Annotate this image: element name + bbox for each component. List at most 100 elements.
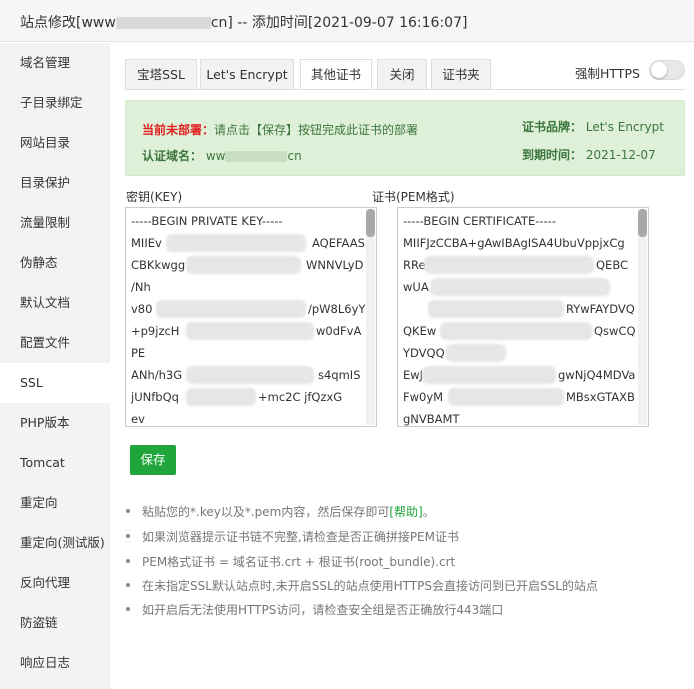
sidebar-item-php-version[interactable]: PHP版本 [0,403,110,443]
key-line: ev [131,412,145,426]
tip-item: 如开启后无法使用HTTPS访问，请检查安全组是否正确放行443端口 [126,601,503,618]
redacted-region [446,344,506,362]
window-title: 站点修改[www cn] -- 添加时间[2021-09-07 16:16:07] [20,12,467,32]
redacted-region [448,388,564,406]
key-line: /Nh [131,280,151,294]
cert-line-fragment: gwNjQ4MDVa [558,368,636,382]
cert-textarea[interactable]: -----BEGIN CERTIFICATE----- MIIFJzCCBA+g… [397,207,649,427]
key-line: v80 [131,302,153,316]
tab-other-cert[interactable]: 其他证书 [300,59,372,90]
sidebar-item-default-doc[interactable]: 默认文档 [0,283,110,323]
domain-suffix: cn [287,149,302,163]
sidebar-item-traffic-limit[interactable]: 流量限制 [0,203,110,243]
domain-label: 认证域名： [142,149,203,163]
cert-domain: 认证域名： ww cn [142,147,302,164]
key-line-fragment: /pW8L6yY [308,302,366,316]
cert-scrollbar[interactable] [638,209,647,425]
key-line: +p9jzcH [131,324,180,338]
key-line: jUNfbQq [131,390,179,404]
save-button[interactable]: 保存 [130,445,176,475]
redacted-region [166,234,306,252]
cert-label: 证书(PEM格式) [372,190,455,204]
key-line: CBKkwgg [131,258,186,272]
sidebar-item-redirect-beta[interactable]: 重定向(测试版) [0,523,110,563]
force-https-label: 强制HTTPS [575,66,640,81]
deploy-status: 当前未部署：请点击【保存】按钮完成此证书的部署 [142,121,418,138]
redacted-region [186,366,314,384]
redacted-region [186,322,314,340]
cert-line: EwJ [403,368,424,382]
tip-item: 如果浏览器提示证书链不完整,请检查是否正确拼接PEM证书 [126,528,459,545]
cert-line: wUA [403,280,429,294]
sidebar-item-domain[interactable]: 域名管理 [0,43,110,83]
sidebar-item-site-dir[interactable]: 网站目录 [0,123,110,163]
cert-line: YDVQQ [403,346,445,360]
title-suffix: cn] -- 添加时间[2021-09-07 16:16:07] [210,15,468,31]
sidebar-item-response-log[interactable]: 响应日志 [0,643,110,683]
sidebar-item-ssl[interactable]: SSL [0,363,110,403]
tab-bt-ssl[interactable]: 宝塔SSL [125,59,197,90]
sidebar-item-redirect[interactable]: 重定向 [0,483,110,523]
cert-line: QKEw [403,324,437,338]
force-https-toggle[interactable] [649,60,685,80]
tip-item: 在未指定SSL默认站点时,未开启SSL的站点使用HTTPS会直接访问到已开启SS… [126,577,598,594]
cert-line-fragment: RYwFAYDVQ [566,302,635,316]
status-label: 当前未部署： [142,123,215,137]
sidebar-item-hotlink[interactable]: 防盗链 [0,603,110,643]
title-prefix: 站点修改[www [20,15,116,31]
sidebar-item-subdir[interactable]: 子目录绑定 [0,83,110,123]
redacted-region [186,388,256,406]
sidebar-item-tomcat[interactable]: Tomcat [0,443,110,483]
tab-cert-folder[interactable]: 证书夹 [431,59,491,90]
status-text: 请点击【保存】按钮完成此证书的部署 [214,123,419,137]
brand-label: 证书品牌： [522,120,583,134]
key-line: PE [131,346,146,360]
key-line: ANh/h3G [131,368,183,382]
key-label: 密钥(KEY) [126,190,183,204]
title-bar: 站点修改[www cn] -- 添加时间[2021-09-07 16:16:07] [0,0,694,42]
key-line-fragment: WNNVLyD [306,258,364,272]
tip-item: 粘贴您的*.key以及*.pem内容，然后保存即可[帮助]。 [126,503,435,520]
redacted-region [440,322,592,340]
redacted-region [424,256,594,274]
key-line-fragment: AQEFAAS [312,236,365,250]
redacted-region [430,278,610,296]
cert-line-fragment: QswCQ [594,324,636,338]
key-textarea[interactable]: -----BEGIN PRIVATE KEY----- MIIEv CBKkwg… [125,207,377,427]
key-line-fragment: +mc2C jfQzxG [258,390,343,404]
brand-value: Let's Encrypt [585,120,664,134]
redacted-domain [115,17,211,29]
key-line: -----BEGIN PRIVATE KEY----- [131,214,283,228]
cert-line: -----BEGIN CERTIFICATE----- [403,214,556,228]
sidebar: 域名管理 子目录绑定 网站目录 目录保护 流量限制 伪静态 默认文档 配置文件 … [0,43,110,689]
redacted-region [156,300,306,318]
key-line-fragment: w0dFvA [316,324,362,338]
cert-line-fragment: MBsxGTAXB [566,390,635,404]
redacted-region [422,366,556,384]
cert-line: MIIFJzCCBA+gAwIBAgISA4UbuVppjxCg [403,236,625,250]
tip-tail: 。 [422,505,435,519]
sidebar-item-reverse-proxy[interactable]: 反向代理 [0,563,110,603]
cert-brand: 证书品牌： Let's Encrypt [522,118,664,135]
cert-line: gNVBAMT [403,412,460,426]
redacted-region [428,300,564,318]
tip-item: PEM格式证书 = 域名证书.crt + 根证书(root_bundle).cr… [126,553,455,570]
key-scroll-thumb[interactable] [366,209,375,237]
cert-expiry: 到期时间： 2021-12-07 [522,146,656,163]
cert-scroll-thumb[interactable] [638,209,647,237]
sidebar-item-config-file[interactable]: 配置文件 [0,323,110,363]
tab-close[interactable]: 关闭 [377,59,427,90]
cert-line-fragment: QEBC [596,258,629,272]
cert-line: RRe [403,258,426,272]
expiry-value: 2021-12-07 [585,148,656,162]
cert-line: Fw0yM [403,390,444,404]
domain-prefix: ww [205,149,226,163]
sidebar-item-rewrite[interactable]: 伪静态 [0,243,110,283]
key-scrollbar[interactable] [366,209,375,425]
expiry-label: 到期时间： [522,148,583,162]
help-link[interactable]: [帮助] [389,505,422,519]
sidebar-item-dir-protect[interactable]: 目录保护 [0,163,110,203]
tab-lets-encrypt[interactable]: Let's Encrypt [200,59,294,90]
tip-text: 粘贴您的*.key以及*.pem内容，然后保存即可 [142,505,390,519]
tab-divider [125,89,685,90]
